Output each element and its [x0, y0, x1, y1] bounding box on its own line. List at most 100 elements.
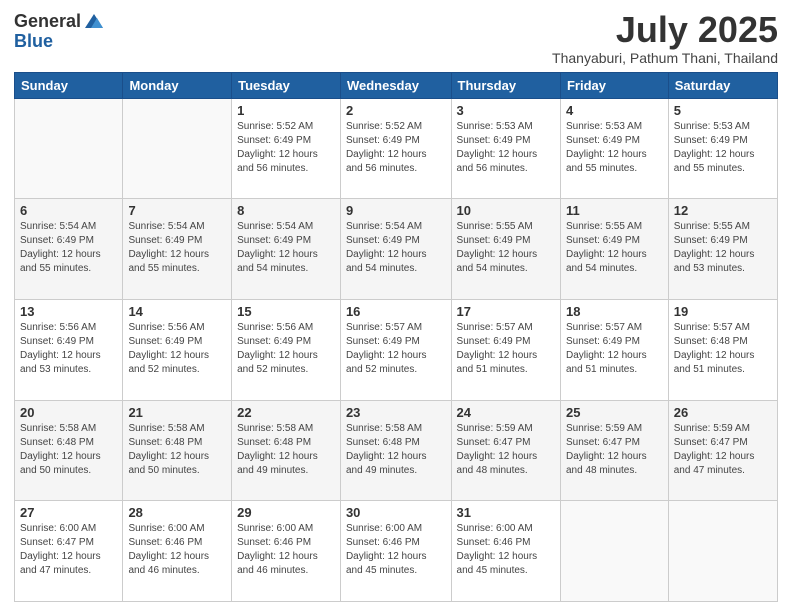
- day-info: Sunrise: 6:00 AM Sunset: 6:46 PM Dayligh…: [457, 522, 555, 578]
- calendar-cell: [668, 501, 777, 602]
- day-info: Sunrise: 5:54 AM Sunset: 6:49 PM Dayligh…: [346, 220, 446, 276]
- day-info: Sunrise: 5:58 AM Sunset: 6:48 PM Dayligh…: [346, 422, 446, 478]
- day-number: 31: [457, 505, 555, 520]
- th-saturday: Saturday: [668, 72, 777, 98]
- day-info: Sunrise: 5:55 AM Sunset: 6:49 PM Dayligh…: [566, 220, 663, 276]
- day-number: 9: [346, 203, 446, 218]
- calendar-cell: 28 Sunrise: 6:00 AM Sunset: 6:46 PM Dayli…: [123, 501, 232, 602]
- header-right: July 2025 Thanyaburi, Pathum Thani, Thai…: [552, 10, 778, 66]
- day-number: 5: [674, 103, 772, 118]
- day-number: 13: [20, 304, 117, 319]
- day-info: Sunrise: 5:59 AM Sunset: 6:47 PM Dayligh…: [566, 422, 663, 478]
- day-number: 21: [128, 405, 226, 420]
- calendar-cell: 13Sunrise: 5:56 AM Sunset: 6:49 PM Dayli…: [15, 299, 123, 400]
- day-info: Sunrise: 5:53 AM Sunset: 6:49 PM Dayligh…: [457, 120, 555, 176]
- calendar-cell: 6 Sunrise: 5:54 AM Sunset: 6:49 PM Daylig…: [15, 199, 123, 300]
- page: General Blue July 2025 Thanyaburi, Pathu…: [0, 0, 792, 612]
- day-number: 8: [237, 203, 335, 218]
- day-info: Sunrise: 5:52 AM Sunset: 6:49 PM Dayligh…: [346, 120, 446, 176]
- calendar-week-4: 27 Sunrise: 6:00 AM Sunset: 6:47 PM Dayli…: [15, 501, 778, 602]
- calendar-cell: 21 Sunrise: 5:58 AM Sunset: 6:48 PM Dayli…: [123, 400, 232, 501]
- calendar-week-2: 13 Sunrise: 5:56 AM Sunset: 6:49 PM Dayli…: [15, 299, 778, 400]
- logo-icon: [83, 10, 105, 32]
- day-info: Sunrise: 5:59 AM Sunset: 6:47 PM Dayligh…: [457, 422, 555, 478]
- day-number: 15: [237, 304, 335, 319]
- calendar-cell: 4Sunrise: 5:53 AM Sunset: 6:49 PM Daylig…: [560, 98, 668, 199]
- calendar-cell: 29Sunrise: 6:00 AM Sunset: 6:46 PM Dayli…: [232, 501, 341, 602]
- day-number: 1: [237, 103, 335, 118]
- day-info: Sunrise: 5:58 AM Sunset: 6:48 PM Dayligh…: [237, 422, 335, 478]
- day-info: Sunrise: 6:00 AM Sunset: 6:46 PM Dayligh…: [128, 522, 226, 578]
- calendar-week-0: 1 Sunrise: 5:52 AM Sunset: 6:49 PM Daylig…: [15, 98, 778, 199]
- th-wednesday: Wednesday: [340, 72, 451, 98]
- th-tuesday: Tuesday: [232, 72, 341, 98]
- calendar-cell: 12Sunrise: 5:55 AM Sunset: 6:49 PM Dayli…: [668, 199, 777, 300]
- day-number: 24: [457, 405, 555, 420]
- day-info: Sunrise: 5:58 AM Sunset: 6:48 PM Dayligh…: [20, 422, 117, 478]
- calendar-cell: 3Sunrise: 5:53 AM Sunset: 6:49 PM Daylig…: [451, 98, 560, 199]
- day-number: 27: [20, 505, 117, 520]
- day-info: Sunrise: 5:57 AM Sunset: 6:48 PM Dayligh…: [674, 321, 772, 377]
- calendar-week-1: 6 Sunrise: 5:54 AM Sunset: 6:49 PM Daylig…: [15, 199, 778, 300]
- day-info: Sunrise: 5:55 AM Sunset: 6:49 PM Dayligh…: [674, 220, 772, 276]
- calendar-cell: 16Sunrise: 5:57 AM Sunset: 6:49 PM Dayli…: [340, 299, 451, 400]
- calendar-cell: 5 Sunrise: 5:53 AM Sunset: 6:49 PM Daylig…: [668, 98, 777, 199]
- day-info: Sunrise: 5:56 AM Sunset: 6:49 PM Dayligh…: [128, 321, 226, 377]
- calendar-cell: [560, 501, 668, 602]
- day-info: Sunrise: 5:57 AM Sunset: 6:49 PM Dayligh…: [346, 321, 446, 377]
- day-number: 30: [346, 505, 446, 520]
- day-info: Sunrise: 5:52 AM Sunset: 6:49 PM Dayligh…: [237, 120, 335, 176]
- calendar-cell: [123, 98, 232, 199]
- day-info: Sunrise: 5:56 AM Sunset: 6:49 PM Dayligh…: [237, 321, 335, 377]
- calendar-cell: 17Sunrise: 5:57 AM Sunset: 6:49 PM Dayli…: [451, 299, 560, 400]
- logo: General Blue: [14, 10, 105, 52]
- calendar-cell: 20Sunrise: 5:58 AM Sunset: 6:48 PM Dayli…: [15, 400, 123, 501]
- day-info: Sunrise: 5:53 AM Sunset: 6:49 PM Dayligh…: [674, 120, 772, 176]
- location-title: Thanyaburi, Pathum Thani, Thailand: [552, 50, 778, 66]
- day-info: Sunrise: 5:55 AM Sunset: 6:49 PM Dayligh…: [457, 220, 555, 276]
- th-friday: Friday: [560, 72, 668, 98]
- logo-blue: Blue: [14, 31, 53, 51]
- calendar-cell: 1 Sunrise: 5:52 AM Sunset: 6:49 PM Daylig…: [232, 98, 341, 199]
- calendar-cell: 7Sunrise: 5:54 AM Sunset: 6:49 PM Daylig…: [123, 199, 232, 300]
- day-info: Sunrise: 5:54 AM Sunset: 6:49 PM Dayligh…: [20, 220, 117, 276]
- th-thursday: Thursday: [451, 72, 560, 98]
- day-number: 22: [237, 405, 335, 420]
- month-title: July 2025: [552, 10, 778, 50]
- day-info: Sunrise: 5:59 AM Sunset: 6:47 PM Dayligh…: [674, 422, 772, 478]
- day-number: 2: [346, 103, 446, 118]
- calendar-header-row: Sunday Monday Tuesday Wednesday Thursday…: [15, 72, 778, 98]
- calendar-cell: 18Sunrise: 5:57 AM Sunset: 6:49 PM Dayli…: [560, 299, 668, 400]
- day-number: 19: [674, 304, 772, 319]
- calendar-cell: 9 Sunrise: 5:54 AM Sunset: 6:49 PM Daylig…: [340, 199, 451, 300]
- day-number: 23: [346, 405, 446, 420]
- day-number: 18: [566, 304, 663, 319]
- logo-general: General: [14, 12, 81, 30]
- day-number: 28: [128, 505, 226, 520]
- calendar-week-3: 20Sunrise: 5:58 AM Sunset: 6:48 PM Dayli…: [15, 400, 778, 501]
- calendar-cell: [15, 98, 123, 199]
- calendar-cell: 25Sunrise: 5:59 AM Sunset: 6:47 PM Dayli…: [560, 400, 668, 501]
- calendar-cell: 11 Sunrise: 5:55 AM Sunset: 6:49 PM Dayli…: [560, 199, 668, 300]
- day-number: 4: [566, 103, 663, 118]
- calendar-cell: 2 Sunrise: 5:52 AM Sunset: 6:49 PM Daylig…: [340, 98, 451, 199]
- day-number: 14: [128, 304, 226, 319]
- calendar-cell: 10Sunrise: 5:55 AM Sunset: 6:49 PM Dayli…: [451, 199, 560, 300]
- day-info: Sunrise: 5:57 AM Sunset: 6:49 PM Dayligh…: [457, 321, 555, 377]
- th-sunday: Sunday: [15, 72, 123, 98]
- th-monday: Monday: [123, 72, 232, 98]
- calendar-cell: 31 Sunrise: 6:00 AM Sunset: 6:46 PM Dayli…: [451, 501, 560, 602]
- day-info: Sunrise: 5:58 AM Sunset: 6:48 PM Dayligh…: [128, 422, 226, 478]
- calendar-cell: 26 Sunrise: 5:59 AM Sunset: 6:47 PM Dayli…: [668, 400, 777, 501]
- calendar-cell: 30 Sunrise: 6:00 AM Sunset: 6:46 PM Dayli…: [340, 501, 451, 602]
- header: General Blue July 2025 Thanyaburi, Pathu…: [14, 10, 778, 66]
- day-info: Sunrise: 6:00 AM Sunset: 6:46 PM Dayligh…: [346, 522, 446, 578]
- day-info: Sunrise: 6:00 AM Sunset: 6:47 PM Dayligh…: [20, 522, 117, 578]
- day-info: Sunrise: 6:00 AM Sunset: 6:46 PM Dayligh…: [237, 522, 335, 578]
- day-number: 11: [566, 203, 663, 218]
- day-number: 26: [674, 405, 772, 420]
- day-number: 6: [20, 203, 117, 218]
- calendar-cell: 22 Sunrise: 5:58 AM Sunset: 6:48 PM Dayli…: [232, 400, 341, 501]
- day-number: 7: [128, 203, 226, 218]
- day-info: Sunrise: 5:54 AM Sunset: 6:49 PM Dayligh…: [237, 220, 335, 276]
